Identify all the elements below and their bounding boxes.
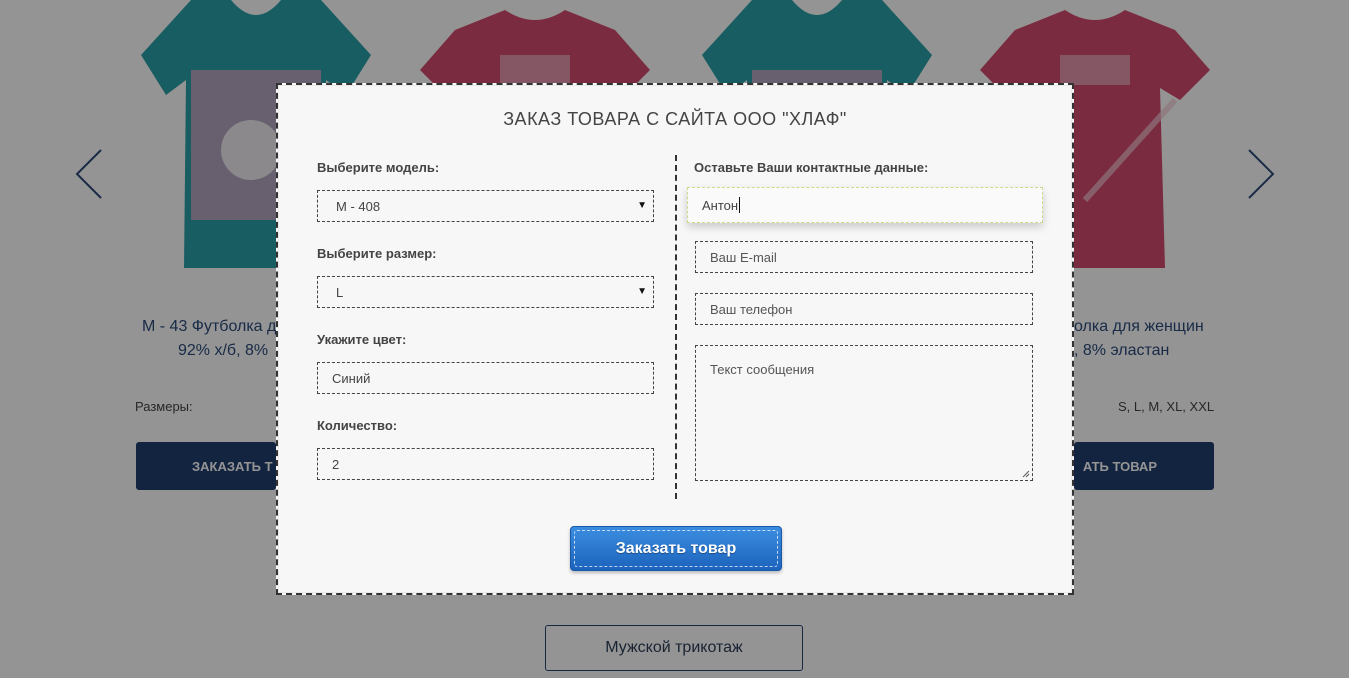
quantity-input-value: 2 bbox=[332, 456, 340, 472]
size-select-value: L bbox=[336, 284, 344, 300]
dropdown-arrow-icon: ▼ bbox=[637, 286, 647, 297]
submit-order-button[interactable]: Заказать товар bbox=[570, 526, 782, 571]
order-modal: ЗАКАЗ ТОВАРА С САЙТА ООО "ХЛАФ" Выберите… bbox=[276, 83, 1074, 595]
email-input[interactable]: Ваш E-mail bbox=[695, 241, 1033, 273]
dropdown-arrow-icon: ▼ bbox=[637, 200, 647, 211]
model-select[interactable]: M - 408 ▼ bbox=[317, 190, 654, 222]
modal-title: ЗАКАЗ ТОВАРА С САЙТА ООО "ХЛАФ" bbox=[503, 109, 847, 129]
message-textarea[interactable]: Текст сообщения bbox=[695, 345, 1033, 481]
size-select[interactable]: L ▼ bbox=[317, 276, 654, 308]
phone-placeholder: Ваш телефон bbox=[710, 301, 793, 317]
text-cursor bbox=[739, 197, 741, 213]
size-label: Выберите размер: bbox=[317, 246, 437, 261]
model-label: Выберите модель: bbox=[317, 160, 440, 175]
message-placeholder: Текст сообщения bbox=[710, 362, 815, 377]
color-input[interactable]: Синий bbox=[317, 362, 654, 394]
color-input-value: Синий bbox=[332, 370, 371, 386]
contact-label: Оставьте Ваши контактные данные: bbox=[694, 160, 929, 175]
column-divider bbox=[675, 155, 677, 499]
phone-input[interactable]: Ваш телефон bbox=[695, 293, 1033, 325]
name-input[interactable]: Антон bbox=[687, 187, 1043, 223]
email-placeholder: Ваш E-mail bbox=[710, 249, 777, 265]
model-select-value: M - 408 bbox=[336, 198, 381, 214]
resize-handle-icon[interactable] bbox=[1022, 470, 1030, 478]
color-label: Укажите цвет: bbox=[317, 332, 407, 347]
submit-order-label: Заказать товар bbox=[615, 539, 737, 557]
name-input-value: Антон bbox=[702, 197, 739, 213]
quantity-input[interactable]: 2 bbox=[317, 448, 654, 480]
quantity-label: Количество: bbox=[317, 418, 398, 433]
